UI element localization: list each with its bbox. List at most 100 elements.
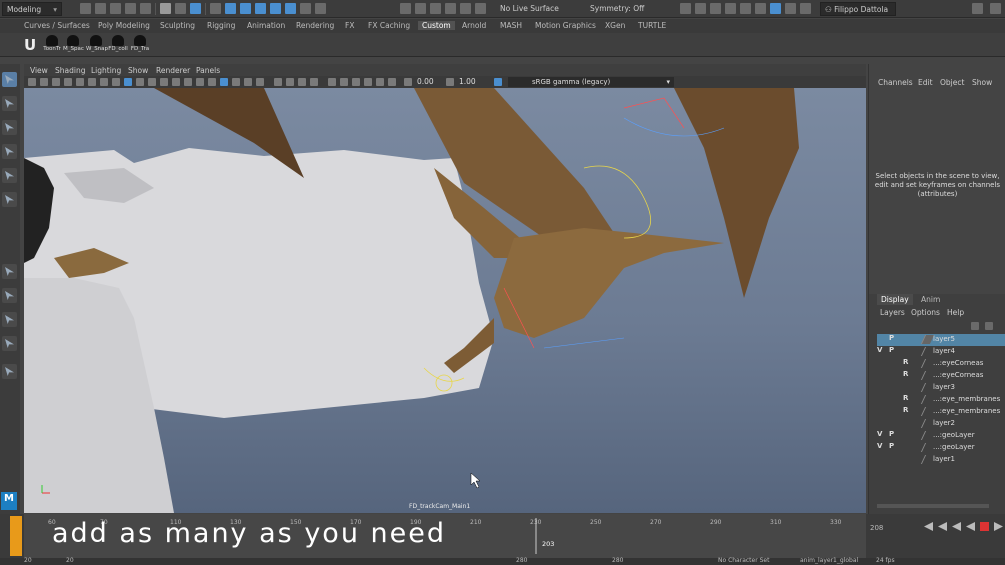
scale-tool-icon[interactable] (2, 192, 17, 207)
film-gate-icon[interactable] (112, 78, 120, 86)
layer-row[interactable]: R ...:eye_membranes (877, 394, 1005, 406)
tab-arnold[interactable]: Arnold (462, 21, 486, 30)
select-component-icon[interactable] (190, 3, 201, 14)
construction-history-icon[interactable] (430, 3, 441, 14)
snap-view-icon[interactable] (255, 3, 266, 14)
playback-end-field[interactable]: 280 (516, 557, 527, 564)
shadows-icon[interactable] (256, 78, 264, 86)
settings-icon[interactable] (990, 3, 1001, 14)
tab-xgen[interactable]: XGen (605, 21, 625, 30)
menu-set-dropdown[interactable]: Modeling ▾ (2, 2, 62, 16)
layer-row[interactable]: VP layer4 (877, 346, 1005, 358)
field-chart-icon[interactable] (148, 78, 156, 86)
single-pane-icon[interactable] (2, 264, 17, 279)
layer-row[interactable]: R ...:eyeCorneas (877, 358, 1005, 370)
menu-channels[interactable]: Channels (878, 78, 913, 87)
shelf-btn-wsnap[interactable]: W_Snap (86, 35, 108, 55)
menu-view[interactable]: View (30, 66, 48, 75)
live-icon[interactable] (475, 3, 486, 14)
menu-renderer[interactable]: Renderer (156, 66, 190, 75)
anti-alias-icon[interactable] (298, 78, 306, 86)
layer-row[interactable]: VP ...:geoLayer (877, 430, 1005, 442)
tab-poly-modeling[interactable]: Poly Modeling (98, 21, 150, 30)
render-view-icon[interactable] (755, 3, 766, 14)
lasso-tool-icon[interactable] (2, 96, 17, 111)
outliner-layout-icon[interactable] (2, 336, 17, 351)
arnold-icon[interactable] (770, 3, 781, 14)
textured-icon[interactable] (232, 78, 240, 86)
fps-dropdown[interactable]: 24 fps (876, 557, 895, 564)
image-plane-icon[interactable] (64, 78, 72, 86)
grid-icon[interactable] (100, 78, 108, 86)
tab-mash[interactable]: MASH (500, 21, 522, 30)
paint-select-tool-icon[interactable] (2, 120, 17, 135)
tab-rigging[interactable]: Rigging (207, 21, 235, 30)
snap-point-icon[interactable] (240, 3, 251, 14)
history-icon[interactable] (315, 3, 326, 14)
symmetry-label[interactable]: Symmetry: Off (590, 4, 644, 13)
ambient-occlusion-icon[interactable] (274, 78, 282, 86)
layer-scrollbar[interactable] (877, 504, 989, 508)
save-scene-icon[interactable] (110, 3, 121, 14)
exposure-field[interactable]: 0.00 (417, 77, 434, 86)
layer-row[interactable]: R ...:eye_membranes (877, 406, 1005, 418)
safe-action-icon[interactable] (160, 78, 168, 86)
layer-row[interactable]: layer3 (877, 382, 1005, 394)
gate-mask-icon[interactable] (136, 78, 144, 86)
menu-help[interactable]: Help (947, 308, 964, 317)
live-surface-label[interactable]: No Live Surface (500, 4, 559, 13)
isolate-select-icon[interactable] (328, 78, 336, 86)
layer-row[interactable]: layer2 (877, 418, 1005, 430)
current-time-field[interactable]: 208 (870, 524, 883, 532)
menu-layers[interactable]: Layers (880, 308, 905, 317)
animation-end-field[interactable]: 280 (612, 557, 623, 564)
tab-fx[interactable]: FX (345, 21, 354, 30)
bookmark-icon[interactable] (52, 78, 60, 86)
rotate-tool-icon[interactable] (2, 168, 17, 183)
output-ops-icon[interactable] (415, 3, 426, 14)
hud-icon[interactable] (388, 78, 396, 86)
user-account-dropdown[interactable]: ⚇ Filippo Dattola▾ (820, 2, 896, 25)
step-back-frame-icon[interactable] (952, 522, 961, 531)
snap-magnet-icon[interactable] (285, 3, 296, 14)
layer-row[interactable]: P layer5 (877, 334, 1005, 346)
pause-icon[interactable] (800, 3, 811, 14)
input-ops-icon[interactable] (400, 3, 411, 14)
go-to-start-icon[interactable] (924, 522, 933, 531)
menu-show[interactable]: Show (972, 78, 992, 87)
default-material-icon[interactable] (208, 78, 216, 86)
select-object-icon[interactable] (175, 3, 186, 14)
redo-icon[interactable] (140, 3, 151, 14)
undo-icon[interactable] (125, 3, 136, 14)
menu-object[interactable]: Object (940, 78, 964, 87)
layer-row[interactable]: layer1 (877, 454, 1005, 466)
playback-start-field[interactable]: 20 (66, 557, 74, 564)
render-frame-icon[interactable] (680, 3, 691, 14)
camera-attributes-icon[interactable] (40, 78, 48, 86)
stop-icon[interactable] (980, 522, 989, 531)
tab-turtle[interactable]: TURTLE (638, 21, 666, 30)
shelf-btn-mspac[interactable]: M_Spac (63, 35, 84, 55)
anim-layer-dropdown[interactable]: anim_layer1_global (800, 557, 858, 564)
menu-panels[interactable]: Panels (196, 66, 220, 75)
tab-motion-graphics[interactable]: Motion Graphics (535, 21, 596, 30)
move-tool-icon[interactable] (2, 144, 17, 159)
layer-row[interactable]: VP ...:geoLayer (877, 442, 1005, 454)
move-layer-down-icon[interactable] (985, 322, 993, 330)
snap-surface-icon[interactable] (270, 3, 281, 14)
menu-shading[interactable]: Shading (55, 66, 85, 75)
open-scene-icon[interactable] (95, 3, 106, 14)
xray-icon[interactable] (340, 78, 348, 86)
two-pane-icon[interactable] (2, 312, 17, 327)
exposure-icon[interactable] (404, 78, 412, 86)
menu-edit[interactable]: Edit (918, 78, 933, 87)
hypershade-icon[interactable] (740, 3, 751, 14)
motion-blur-icon[interactable] (286, 78, 294, 86)
step-back-key-icon[interactable] (938, 522, 947, 531)
magnet-icon[interactable] (460, 3, 471, 14)
menu-lighting[interactable]: Lighting (91, 66, 121, 75)
viewport-3d[interactable]: FD_trackCam_Main1 (24, 88, 866, 513)
tab-sculpting[interactable]: Sculpting (160, 21, 195, 30)
xray-joints-icon[interactable] (352, 78, 360, 86)
new-scene-icon[interactable] (80, 3, 91, 14)
